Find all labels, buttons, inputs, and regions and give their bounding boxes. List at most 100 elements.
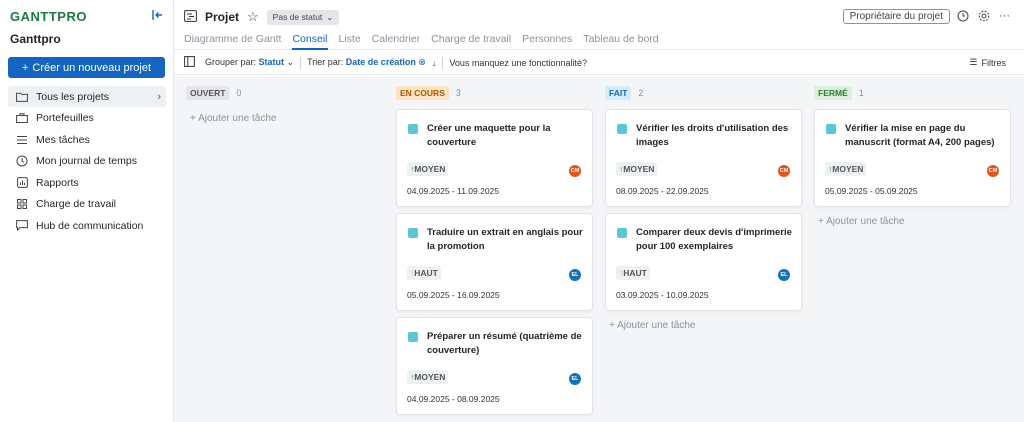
sort-by-value: Date de création bbox=[345, 57, 416, 67]
add-task-button[interactable]: + Ajouter une tâche bbox=[814, 216, 904, 227]
avatar[interactable]: CM bbox=[778, 165, 790, 177]
column-header: OUVERT 0 bbox=[186, 84, 383, 101]
create-project-label: Créer un nouveau projet bbox=[32, 61, 152, 74]
folder-icon bbox=[16, 91, 28, 103]
task-title[interactable]: Vérifier la mise en page du manuscrit (f… bbox=[845, 122, 1005, 150]
sort-direction-icon[interactable]: ↓ bbox=[432, 58, 437, 68]
task-title[interactable]: Créer une maquette pour la couverture bbox=[427, 122, 587, 150]
task-card[interactable]: Vérifier la mise en page du manuscrit (f… bbox=[814, 109, 1011, 207]
task-title[interactable]: Vérifier les droits d'utilisation des im… bbox=[636, 122, 796, 150]
clock-icon bbox=[16, 155, 28, 167]
task-title[interactable]: Préparer un résumé (quatrième de couvert… bbox=[427, 330, 587, 358]
more-icon[interactable]: ··· bbox=[999, 10, 1010, 25]
grid-icon bbox=[16, 198, 28, 210]
workspace-name[interactable]: Ganttpro bbox=[10, 32, 61, 46]
briefcase-icon bbox=[16, 112, 28, 124]
sidebar-item-label: Hub de communication bbox=[36, 219, 144, 232]
task-card[interactable]: Préparer un résumé (quatrième de couvert… bbox=[396, 317, 593, 415]
task-title[interactable]: Traduire un extrait en anglais pour la p… bbox=[427, 226, 587, 254]
column-count: 0 bbox=[236, 87, 242, 98]
tab-list[interactable]: Liste bbox=[339, 33, 361, 50]
task-card[interactable]: Vérifier les droits d'utilisation des im… bbox=[605, 109, 802, 207]
task-card[interactable]: Traduire un extrait en anglais pour la p… bbox=[396, 213, 593, 311]
sidebar-item-my-tasks[interactable]: Mes tâches bbox=[8, 129, 166, 150]
sidebar-item-time-log[interactable]: Mon journal de temps bbox=[8, 151, 166, 172]
project-title[interactable]: Projet bbox=[205, 10, 239, 24]
column-title: OUVERT bbox=[186, 85, 230, 100]
tab-workload[interactable]: Charge de travail bbox=[431, 33, 511, 50]
project-owner-button[interactable]: Propriétaire du projet bbox=[842, 9, 950, 24]
history-icon[interactable] bbox=[957, 10, 969, 25]
clear-sort-icon[interactable]: ⊗ bbox=[418, 57, 426, 67]
status-dropdown[interactable]: Pas de statut ⌄ bbox=[266, 9, 340, 25]
plus-icon: + bbox=[21, 61, 29, 74]
priority-label: HAUT bbox=[623, 268, 647, 278]
divider bbox=[442, 56, 444, 69]
task-card[interactable]: Comparer deux devis d'imprimerie pour 10… bbox=[605, 213, 802, 311]
priority-badge[interactable]: ↑HAUT bbox=[616, 266, 650, 280]
task-dates: 04.09.2025 - 08.09.2025 bbox=[407, 394, 500, 404]
priority-badge[interactable]: ↑MOYEN bbox=[825, 162, 867, 176]
task-card[interactable]: Créer une maquette pour la couverture ↑M… bbox=[396, 109, 593, 207]
collapse-sidebar-icon[interactable] bbox=[152, 9, 164, 23]
column-count: 2 bbox=[638, 87, 644, 98]
tab-board[interactable]: Conseil bbox=[292, 33, 328, 50]
sort-by-label: Trier par: bbox=[307, 57, 344, 67]
avatar[interactable]: CM bbox=[987, 165, 999, 177]
priority-label: MOYEN bbox=[414, 164, 446, 174]
task-dates: 05.09.2025 - 05.09.2025 bbox=[825, 186, 918, 196]
task-color-marker bbox=[408, 332, 418, 342]
task-color-marker bbox=[408, 228, 418, 238]
add-task-button[interactable]: + Ajouter une tâche bbox=[186, 113, 383, 124]
tab-calendar[interactable]: Calendrier bbox=[372, 33, 420, 50]
sidebar-item-communication-hub[interactable]: Hub de communication bbox=[8, 215, 166, 236]
status-label: Pas de statut bbox=[272, 12, 323, 22]
sidebar-item-reports[interactable]: Rapports bbox=[8, 172, 166, 193]
star-icon[interactable]: ☆ bbox=[247, 9, 259, 25]
gear-icon[interactable] bbox=[978, 10, 990, 25]
avatar[interactable]: EL bbox=[778, 269, 790, 281]
column-count: 3 bbox=[455, 87, 461, 98]
task-dates: 08.09.2025 - 22.09.2025 bbox=[616, 186, 709, 196]
tab-people[interactable]: Personnes bbox=[522, 33, 572, 50]
filters-label: Filtres bbox=[981, 57, 1007, 68]
sidebar-item-label: Charge de travail bbox=[36, 198, 116, 210]
add-task-button[interactable]: + Ajouter une tâche bbox=[605, 320, 695, 331]
tab-gantt[interactable]: Diagramme de Gantt bbox=[184, 33, 281, 50]
kanban-board: OUVERT 0 + Ajouter une tâche EN COURS 3 … bbox=[174, 76, 1024, 422]
filter-icon: ☰ bbox=[969, 57, 978, 67]
missing-feature-link[interactable]: Vous manquez une fonctionnalité? bbox=[449, 58, 587, 68]
chevron-right-icon: › bbox=[157, 90, 161, 103]
group-by-control[interactable]: Grouper par: Statut ⌄ bbox=[205, 57, 294, 68]
board-toolbar: Grouper par: Statut ⌄ Trier par: Date de… bbox=[174, 51, 1024, 75]
column-open: OUVERT 0 + Ajouter une tâche bbox=[186, 84, 383, 124]
column-title: FAIT bbox=[605, 85, 632, 100]
logo-row: GANTTPRO bbox=[10, 8, 164, 24]
filters-button[interactable]: ☰ Filtres bbox=[969, 57, 1006, 68]
priority-label: MOYEN bbox=[832, 164, 864, 174]
columns-icon[interactable] bbox=[184, 55, 195, 70]
avatar[interactable]: EL bbox=[569, 269, 581, 281]
create-project-button[interactable]: + Créer un nouveau projet bbox=[8, 57, 165, 78]
task-title[interactable]: Comparer deux devis d'imprimerie pour 10… bbox=[636, 226, 796, 254]
header-icons: ··· bbox=[957, 10, 1010, 25]
sidebar-item-all-projects[interactable]: Tous les projets › bbox=[8, 86, 166, 107]
avatar[interactable]: CM bbox=[569, 165, 581, 177]
project-icon bbox=[184, 9, 197, 25]
sidebar-nav: Tous les projets › Portefeuilles Mes tâc… bbox=[8, 86, 166, 237]
priority-badge[interactable]: ↑HAUT bbox=[407, 266, 441, 280]
sidebar-item-workload[interactable]: Charge de travail bbox=[8, 194, 166, 215]
avatar[interactable]: EL bbox=[569, 373, 581, 385]
priority-badge[interactable]: ↑MOYEN bbox=[616, 162, 658, 176]
task-color-marker bbox=[826, 124, 836, 134]
sort-by-control[interactable]: Trier par: Date de création ⊗ bbox=[307, 57, 426, 68]
column-done: FAIT 2 Vérifier les droits d'utilisation… bbox=[605, 84, 802, 344]
priority-badge[interactable]: ↑MOYEN bbox=[407, 162, 449, 176]
sidebar-item-portfolios[interactable]: Portefeuilles bbox=[8, 108, 166, 129]
ganttpro-logo: GANTTPRO bbox=[10, 8, 87, 24]
column-count: 1 bbox=[858, 87, 864, 98]
priority-badge[interactable]: ↑MOYEN bbox=[407, 370, 449, 384]
priority-label: MOYEN bbox=[414, 372, 446, 382]
task-color-marker bbox=[617, 228, 627, 238]
tab-dashboard[interactable]: Tableau de bord bbox=[583, 33, 658, 50]
